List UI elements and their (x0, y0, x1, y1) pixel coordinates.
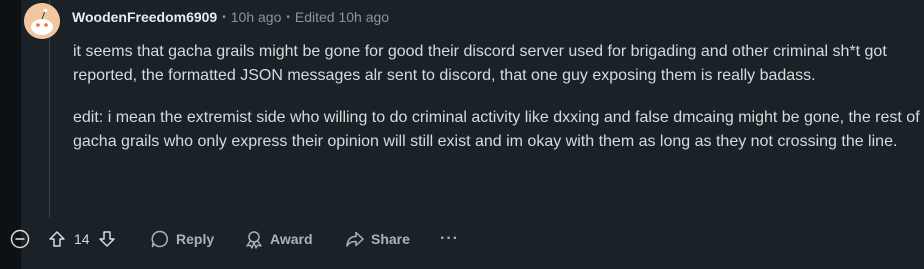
share-arrow-icon (345, 229, 365, 249)
comment-paragraph: edit: i mean the extremist side who will… (73, 109, 920, 150)
separator-dot: • (222, 11, 226, 23)
collapse-button[interactable] (9, 228, 31, 250)
more-options-button[interactable]: ··· (440, 227, 459, 251)
separator-dot: • (286, 11, 290, 23)
award-ribbon-icon (244, 229, 264, 249)
arrow-down-icon (98, 231, 115, 247)
share-label: Share (371, 231, 410, 247)
comment-actions: 14 Reply Award Share ··· (0, 224, 924, 254)
award-label: Award (270, 231, 313, 247)
author-name[interactable]: WoodenFreedom6909 (72, 9, 217, 25)
edited-time: Edited 10h ago (294, 9, 390, 25)
vote-controls: 14 (48, 227, 116, 251)
upvote-button[interactable] (48, 230, 66, 248)
speech-bubble-icon (150, 229, 170, 249)
post-time[interactable]: 10h ago (231, 9, 282, 25)
award-button[interactable]: Award (244, 227, 313, 251)
comment-paragraph: it seems that gacha grails might be gone… (73, 43, 887, 84)
avatar[interactable] (24, 3, 60, 39)
share-button[interactable]: Share (345, 227, 410, 251)
vote-score: 14 (74, 231, 90, 247)
comment-header: WoodenFreedom6909 • 10h ago • Edited 10h… (72, 7, 389, 27)
comment-body: it seems that gacha grails might be gone… (73, 40, 924, 172)
snoo-avatar-icon (24, 3, 60, 39)
downvote-button[interactable] (98, 230, 116, 248)
reply-button[interactable]: Reply (150, 227, 214, 251)
reply-label: Reply (176, 231, 215, 247)
minus-circle-icon (10, 229, 30, 249)
arrow-up-icon (49, 231, 65, 247)
